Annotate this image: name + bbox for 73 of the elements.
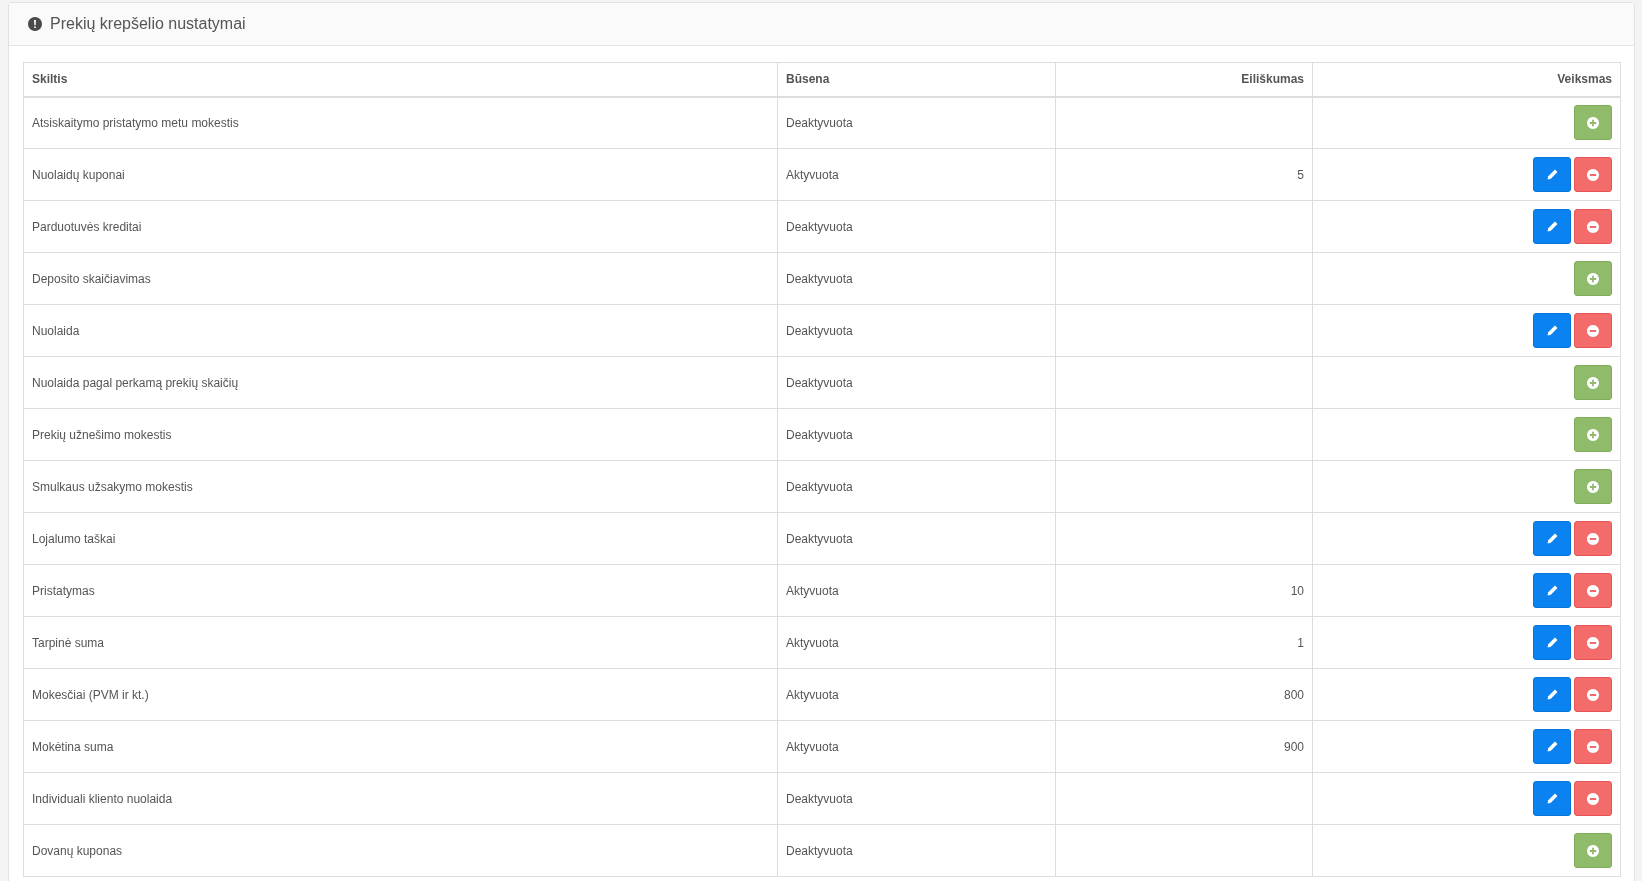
remove-button[interactable] [1574,677,1612,712]
add-button[interactable] [1574,469,1612,504]
status-text: Deaktyvuota [786,271,853,286]
module-name: Pristatymas [32,583,95,598]
sort-order: 900 [1283,739,1304,754]
remove-button[interactable] [1574,157,1612,192]
module-name: Parduotuvės kreditai [32,219,142,234]
module-name: Mokesčiai (PVM ir kt.) [32,687,149,702]
edit-button[interactable] [1533,625,1571,660]
status-text: Deaktyvuota [786,375,853,390]
edit-button[interactable] [1533,157,1571,192]
status-text: Deaktyvuota [786,531,853,546]
module-name: Prekių užnešimo mokestis [32,427,172,442]
edit-button[interactable] [1533,781,1571,816]
remove-button[interactable] [1574,573,1612,608]
add-button[interactable] [1574,417,1612,452]
module-name: Nuolaidų kuponai [32,167,125,182]
column-header: Veiksmas [1557,72,1612,87]
pencil-icon [1546,741,1558,752]
pencil-icon [1546,585,1558,596]
column-header: Eiliškumas [1241,72,1304,87]
module-name: Atsiskaitymo pristatymo metu mokestis [32,115,239,130]
edit-button[interactable] [1533,313,1571,348]
module-name: Lojalumo taškai [32,531,116,546]
edit-button[interactable] [1533,729,1571,764]
edit-button[interactable] [1533,209,1571,244]
module-name: Deposito skaičiavimas [32,271,151,286]
edit-button[interactable] [1533,677,1571,712]
pencil-icon [1546,793,1558,804]
add-button[interactable] [1574,833,1612,868]
remove-button[interactable] [1574,209,1612,244]
status-text: Deaktyvuota [786,219,853,234]
pencil-icon [1546,637,1558,648]
status-text: Deaktyvuota [786,115,853,130]
status-text: Deaktyvuota [786,479,853,494]
sort-order: 5 [1297,167,1304,182]
module-name: Nuolaida [32,323,80,338]
pencil-icon [1546,221,1558,232]
remove-button[interactable] [1574,781,1612,816]
remove-button[interactable] [1574,625,1612,660]
status-text: Deaktyvuota [786,323,853,338]
pencil-icon [1546,169,1558,180]
column-header: Būsena [786,72,830,87]
remove-button[interactable] [1574,521,1612,556]
status-text: Aktyvuota [786,687,839,702]
module-name: Tarpinė suma [32,635,105,650]
module-name: Mokėtina suma [32,739,114,754]
remove-button[interactable] [1574,313,1612,348]
remove-button[interactable] [1574,729,1612,764]
edit-button[interactable] [1533,573,1571,608]
sort-order: 1 [1297,635,1304,650]
panel-title: Prekių krepšelio nustatymai [50,14,246,34]
module-name: Dovanų kuponas [32,843,123,858]
pencil-icon [1546,689,1558,700]
add-button[interactable] [1574,261,1612,296]
pencil-icon [1546,325,1558,336]
edit-button[interactable] [1533,521,1571,556]
add-button[interactable] [1574,105,1612,141]
status-text: Deaktyvuota [786,791,853,806]
module-name: Individuali kliento nuolaida [32,791,173,806]
module-name: Nuolaida pagal perkamą prekių skaičių [32,375,239,390]
status-text: Deaktyvuota [786,427,853,442]
status-text: Aktyvuota [786,583,839,598]
status-text: Aktyvuota [786,167,839,182]
sort-order: 10 [1290,583,1304,598]
module-name: Smulkaus užsakymo mokestis [32,479,193,494]
add-button[interactable] [1574,365,1612,400]
status-text: Deaktyvuota [786,843,853,858]
pencil-icon [1546,533,1558,544]
status-text: Aktyvuota [786,635,839,650]
sort-order: 800 [1283,687,1304,702]
column-header: Skiltis [32,72,68,87]
status-text: Aktyvuota [786,739,839,754]
